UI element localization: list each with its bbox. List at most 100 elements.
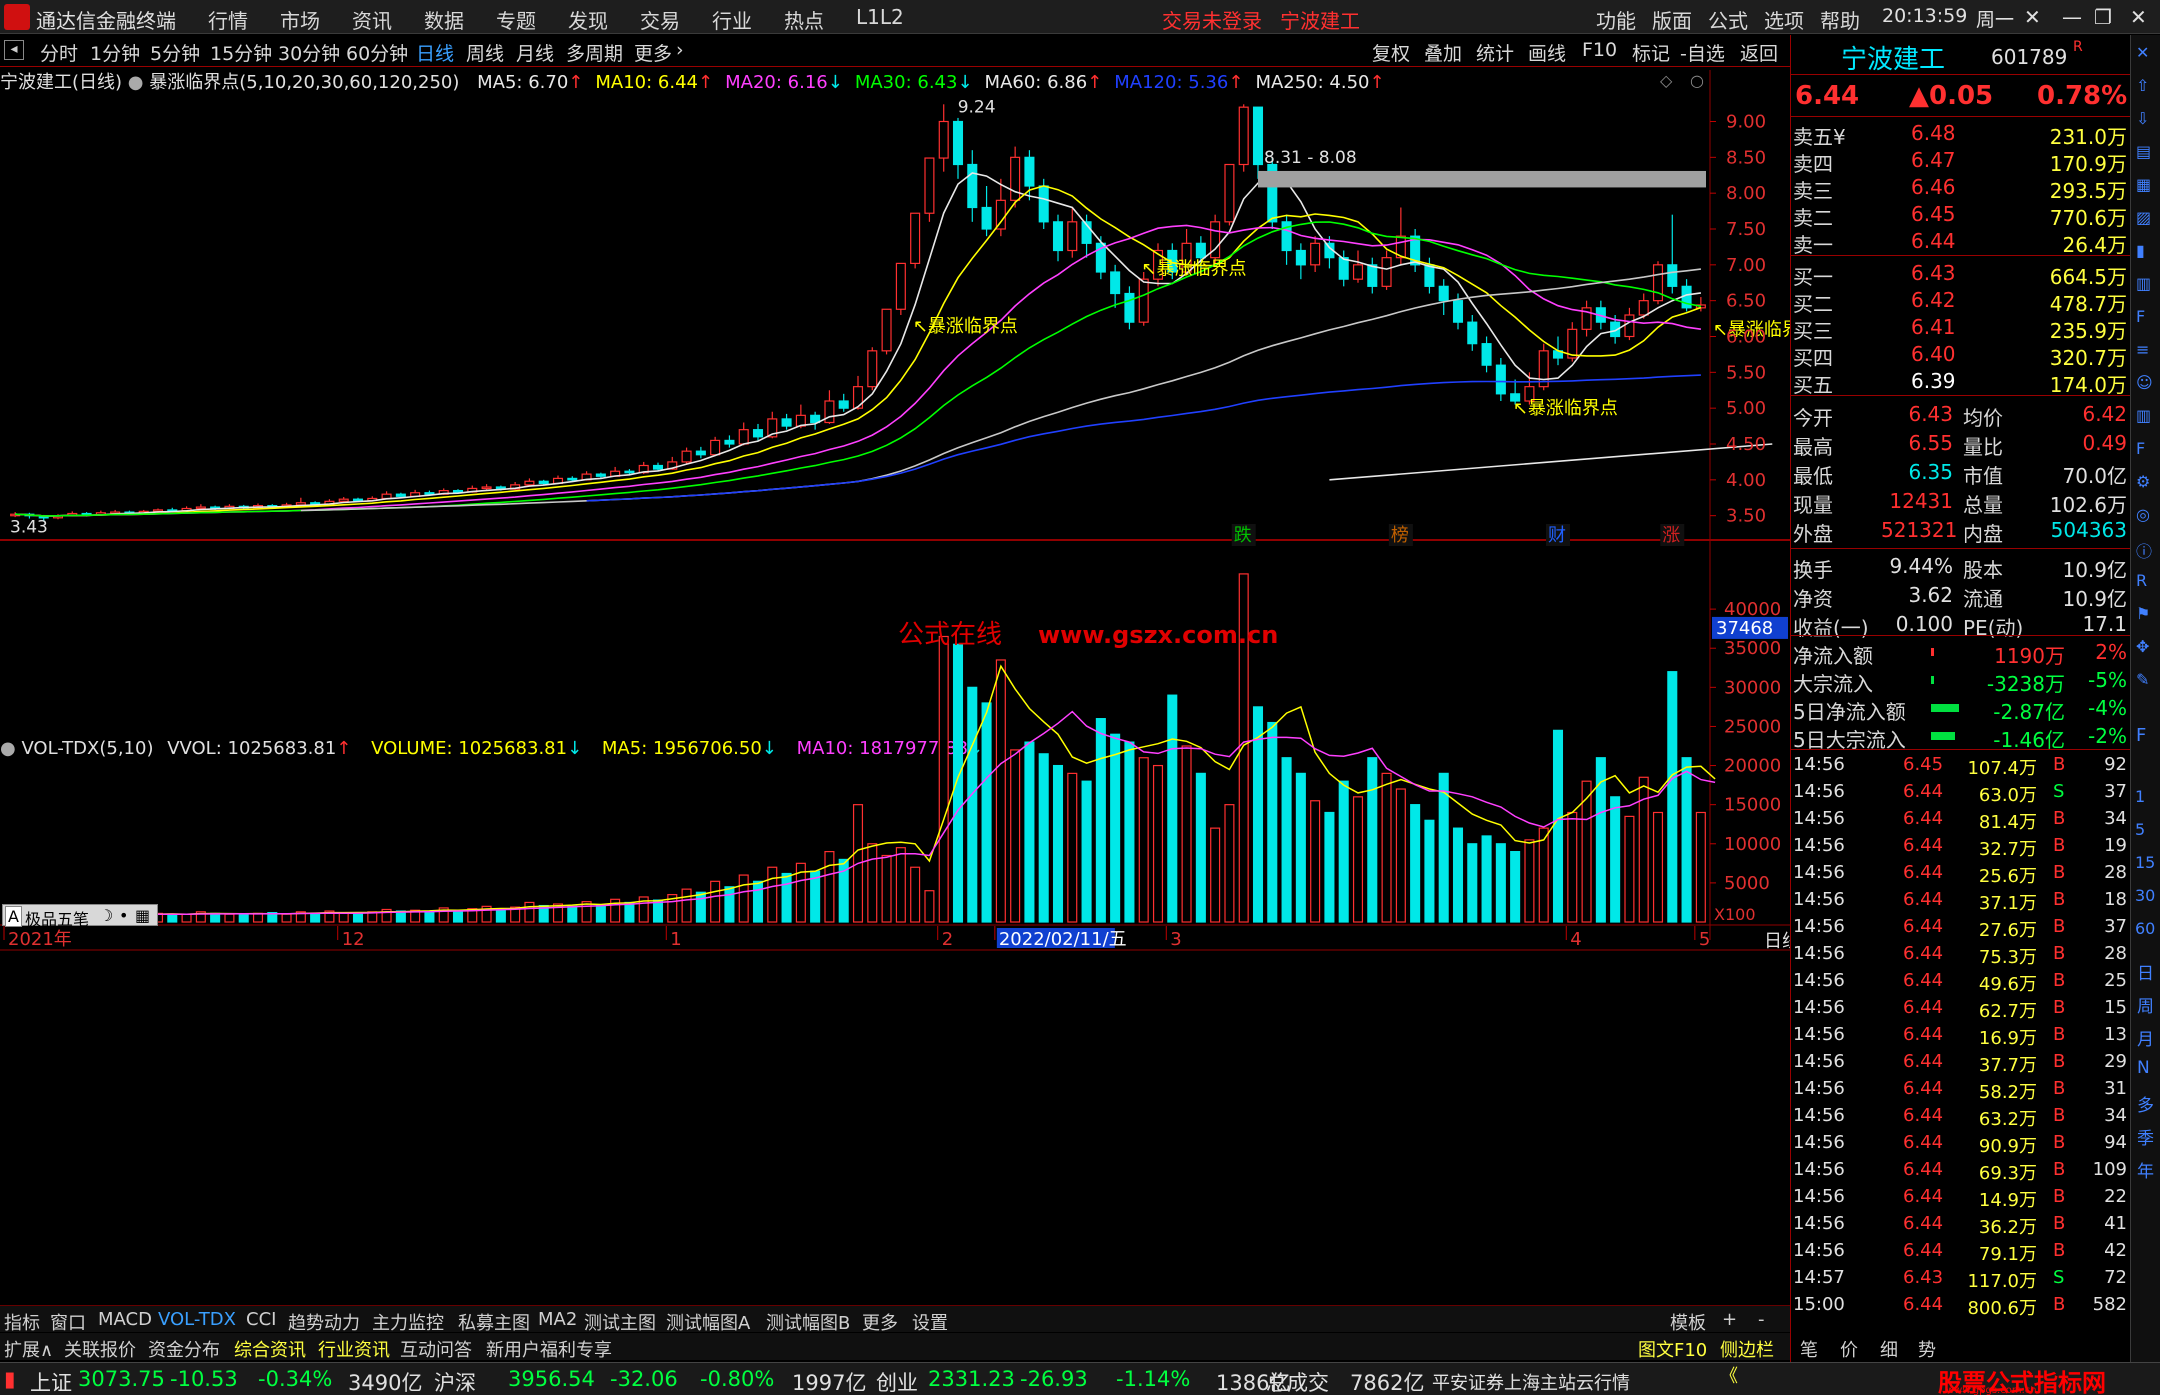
period-15min[interactable]: 15分钟	[210, 39, 272, 66]
template-button[interactable]: +	[1722, 1309, 1737, 1330]
ext-right-tab[interactable]: 笔	[1800, 1336, 1818, 1362]
sidebar-period-num[interactable]: 60	[2135, 919, 2155, 938]
menu-item[interactable]: 市场	[280, 5, 320, 34]
ext-tab[interactable]: 资金分布	[148, 1336, 220, 1362]
menu-item[interactable]: L1L2	[856, 5, 904, 29]
ext-right-tab[interactable]: 侧边栏《	[1720, 1336, 1790, 1388]
fs-icon[interactable]: F	[2136, 725, 2146, 746]
sidebar-period[interactable]: 季	[2137, 1124, 2154, 1149]
ext-right-tab[interactable]: 图文F10	[1638, 1336, 1707, 1362]
f10-icon[interactable]: F	[2136, 307, 2145, 326]
ask-row[interactable]: 卖一 6.44 26.4万	[1791, 227, 2131, 257]
menu-item-function[interactable]: 功能	[1596, 5, 1636, 34]
bid-row[interactable]: 买二 6.42 478.7万	[1791, 286, 2131, 316]
gear-icon[interactable]: ⚙	[2136, 472, 2150, 491]
indicator-tab[interactable]: 私募主图	[458, 1309, 530, 1335]
indicator-tab[interactable]: MACD	[98, 1309, 152, 1330]
ext-tab[interactable]: 新用户福利专享	[486, 1336, 612, 1362]
ext-tab[interactable]: 关联报价	[64, 1336, 136, 1362]
period-more[interactable]: 更多	[634, 39, 672, 66]
lines-icon[interactable]: ≡	[2136, 340, 2149, 359]
mark-button[interactable]: 标记	[1632, 39, 1670, 66]
indicator-tab[interactable]: 测试幅图A	[666, 1309, 750, 1335]
sidebar-period[interactable]: 月	[2137, 1025, 2154, 1050]
menu-item[interactable]: 数据	[424, 5, 464, 34]
ext-tab[interactable]: 综合资讯	[234, 1336, 306, 1362]
pen-icon[interactable]: ✎	[2136, 670, 2149, 689]
ext-right-tab[interactable]: 势	[1918, 1336, 1936, 1362]
indicator-tab[interactable]: 指标	[4, 1309, 40, 1335]
menu-item[interactable]: 交易	[640, 5, 680, 34]
table-icon[interactable]: ▥	[2136, 274, 2151, 293]
index-name[interactable]: 创业	[876, 1367, 918, 1395]
down-icon[interactable]: ⇩	[2136, 109, 2149, 128]
index-name[interactable]: 沪深	[434, 1367, 476, 1395]
menu-item[interactable]: 热点	[784, 5, 824, 34]
menu-item[interactable]: 行业	[712, 5, 752, 34]
sidebar-period-num[interactable]: 30	[2135, 886, 2155, 905]
ime-keyboard-icon[interactable]: ▦	[135, 906, 150, 925]
back-button[interactable]: 返回	[1740, 39, 1778, 66]
period-daily[interactable]: 日线	[416, 39, 454, 66]
restore-icon[interactable]: ❐	[2094, 5, 2112, 29]
adjust-button[interactable]: 复权	[1372, 39, 1410, 66]
draw-button[interactable]: 画线	[1528, 39, 1566, 66]
chart-icon[interactable]: ▨	[2136, 208, 2151, 227]
sidebar-period[interactable]: 年	[2137, 1157, 2154, 1182]
period-weekly[interactable]: 周线	[466, 39, 504, 66]
sidebar-period-num[interactable]: 15	[2135, 853, 2155, 872]
menu-item[interactable]: 行情	[208, 5, 248, 34]
fs-icon[interactable]: F	[2136, 439, 2145, 458]
minimize-icon[interactable]: —	[2062, 5, 2082, 29]
indicator-tab[interactable]: MA2	[538, 1309, 577, 1330]
ime-a-icon[interactable]: A	[5, 906, 22, 927]
template-button[interactable]: 模板	[1670, 1309, 1706, 1335]
sidebar-period-num[interactable]: 1	[2135, 787, 2145, 806]
people-icon[interactable]: ☺	[2136, 373, 2153, 392]
menu-item-formula[interactable]: 公式	[1708, 5, 1748, 34]
move-icon[interactable]: ✥	[2136, 637, 2149, 656]
info-icon[interactable]: ⓘ	[2136, 538, 2152, 562]
ask-row[interactable]: 卖二 6.45 770.6万	[1791, 200, 2131, 230]
rsi-icon[interactable]: R	[2136, 571, 2147, 590]
bid-row[interactable]: 买五 6.39 174.0万	[1791, 367, 2131, 397]
sidebar-period[interactable]: 日	[2137, 959, 2154, 984]
grid-icon[interactable]: ▦	[2136, 175, 2151, 194]
bid-row[interactable]: 买一 6.43 664.5万	[1791, 259, 2131, 289]
ext-right-tab[interactable]: 细	[1880, 1336, 1898, 1362]
ime-name[interactable]: 极品五笔	[25, 906, 89, 930]
period-monthly[interactable]: 月线	[516, 39, 554, 66]
flag-icon[interactable]: ⚑	[2136, 604, 2150, 623]
tick-list[interactable]: 14:56 6.45 107.4万 B 92 14:56 6.44 63.0万 S 37 14:56…	[1791, 749, 2131, 1329]
indicator-tab[interactable]: 主力监控	[372, 1309, 444, 1335]
ext-tab[interactable]: 行业资讯	[318, 1336, 390, 1362]
f10-button[interactable]: F10	[1582, 39, 1617, 61]
indicator-tab[interactable]: 设置	[912, 1309, 948, 1335]
ime-toolbar[interactable]: A 极品五笔 ☽ • ▦	[2, 904, 158, 929]
up-icon[interactable]: ⇧	[2136, 76, 2149, 95]
menu-item[interactable]: 专题	[496, 5, 536, 34]
candle-icon[interactable]: ▮	[2136, 241, 2145, 260]
indicator-tab[interactable]: 趋势动力	[288, 1309, 360, 1335]
indicator-tab[interactable]: CCI	[246, 1309, 276, 1330]
indicator-tab[interactable]: VOL-TDX	[158, 1309, 236, 1330]
list-icon[interactable]: ▤	[2136, 142, 2151, 161]
broker-name[interactable]: 平安证券上海主站云行情	[1432, 1369, 1630, 1395]
menu-item-help[interactable]: 帮助	[1820, 5, 1860, 34]
period-60min[interactable]: 60分钟	[346, 39, 408, 66]
period-30min[interactable]: 30分钟	[278, 39, 340, 66]
kline-chart[interactable]: 9.243.438.31 - 8.08↖暴涨临界点↖暴涨临界点↖暴涨临界点↖暴涨…	[0, 70, 1790, 1305]
menu-item-layout[interactable]: 版面	[1652, 5, 1692, 34]
indicator-tab[interactable]: 更多	[862, 1309, 898, 1335]
indicator-tab[interactable]: 测试主图	[584, 1309, 656, 1335]
sidebar-period[interactable]: 周	[2137, 992, 2154, 1017]
period-intraday[interactable]: 分时	[40, 39, 78, 66]
ask-row[interactable]: 卖四 6.47 170.9万	[1791, 146, 2131, 176]
ext-tab[interactable]: 互动问答	[400, 1336, 472, 1362]
period-multi[interactable]: 多周期	[566, 39, 623, 66]
ime-moon-icon[interactable]: ☽	[99, 906, 113, 925]
ime-dot-icon[interactable]: •	[119, 906, 128, 925]
collapse-icon[interactable]: ◂	[4, 40, 24, 60]
bars-icon[interactable]: ▥	[2136, 406, 2151, 425]
index-name[interactable]: 上证	[30, 1367, 72, 1395]
